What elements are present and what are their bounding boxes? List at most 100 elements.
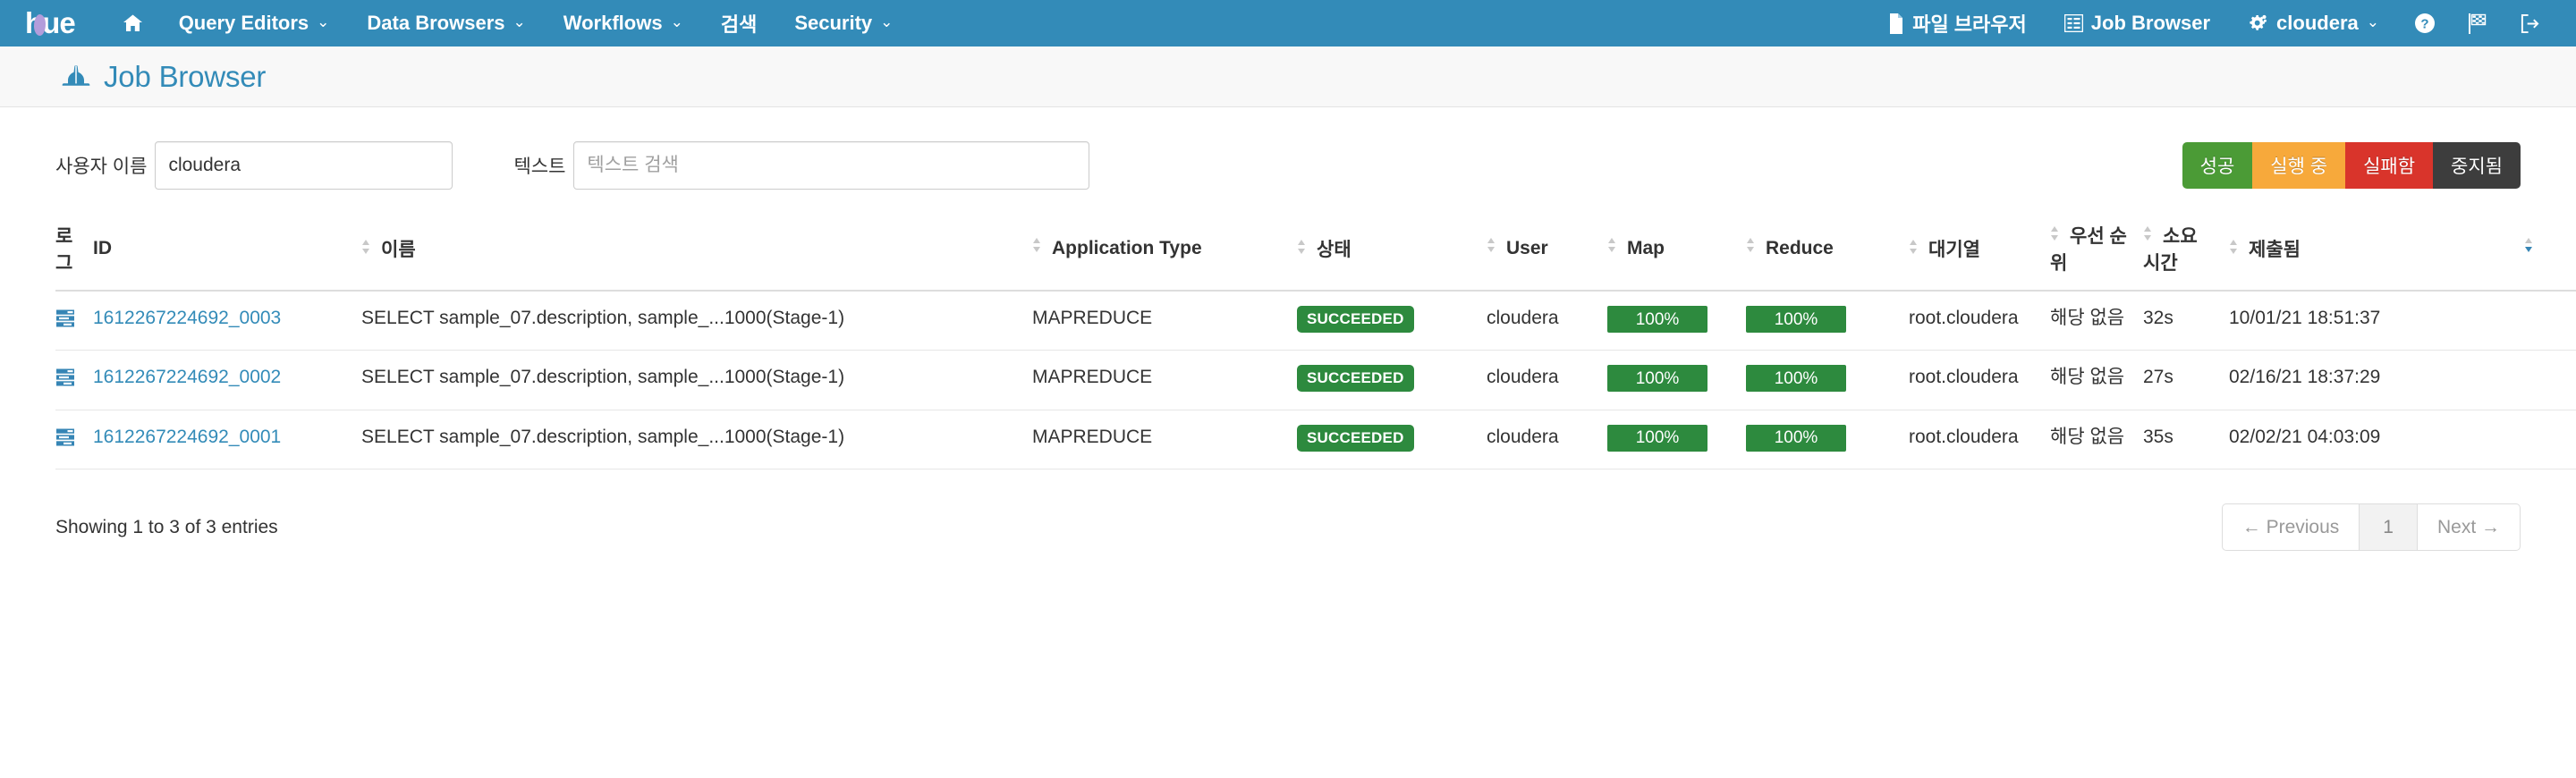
- cell-queue: root.cloudera: [1909, 410, 2050, 470]
- job-log-icon[interactable]: [55, 368, 75, 392]
- table-row[interactable]: 1612267224692_0003 SELECT sample_07.desc…: [55, 291, 2576, 351]
- sort-icon: [1032, 237, 1045, 258]
- cell-user: cloudera: [1487, 291, 1607, 351]
- cell-user: cloudera: [1487, 410, 1607, 470]
- col-header-app-type[interactable]: Application Type: [1032, 216, 1297, 292]
- previous-page-button[interactable]: ← Previous: [2221, 503, 2360, 552]
- text-filter-label: 텍스트: [513, 156, 566, 177]
- col-header-name-label: 이름: [381, 240, 416, 260]
- col-header-actions[interactable]: [2524, 216, 2576, 292]
- col-header-log: 로그: [55, 216, 93, 292]
- cell-name: SELECT sample_07.description, sample_...…: [361, 291, 1032, 351]
- cell-queue: root.cloudera: [1909, 350, 2050, 410]
- cell-actions: [2524, 291, 2576, 351]
- cell-log[interactable]: [55, 291, 93, 351]
- cell-id[interactable]: 1612267224692_0003: [93, 291, 361, 351]
- chevron-down-icon: ⌄: [317, 13, 330, 30]
- cell-app-type: MAPREDUCE: [1032, 410, 1297, 470]
- col-header-queue-label: 대기열: [1928, 240, 1980, 260]
- col-header-user[interactable]: User: [1487, 216, 1607, 292]
- col-header-map[interactable]: Map: [1607, 216, 1746, 292]
- col-header-priority[interactable]: 우선 순위: [2050, 216, 2143, 292]
- col-header-state[interactable]: 상태: [1297, 216, 1487, 292]
- col-header-queue[interactable]: 대기열: [1909, 216, 2050, 292]
- hue-logo[interactable]: hue: [25, 5, 76, 39]
- flag-icon: [2468, 13, 2487, 34]
- cell-submitted: 02/02/21 04:03:09: [2229, 410, 2524, 470]
- cell-id[interactable]: 1612267224692_0002: [93, 350, 361, 410]
- cell-log[interactable]: [55, 350, 93, 410]
- chevron-down-icon: ⌄: [880, 13, 894, 30]
- nav-job-browser[interactable]: Job Browser: [2046, 0, 2229, 47]
- nav-user-menu-label: cloudera: [2276, 12, 2359, 34]
- map-progress-bar: 100%: [1607, 424, 1707, 452]
- nav-search[interactable]: 검색: [702, 0, 775, 47]
- top-navbar: hue Query Editors ⌄ Data Browsers ⌄ Work…: [0, 0, 2576, 47]
- nav-home[interactable]: [107, 0, 160, 47]
- sort-icon: [2143, 225, 2156, 247]
- logout-icon: [2520, 13, 2540, 34]
- sort-icon: [1746, 237, 1758, 258]
- cell-submitted: 02/16/21 18:37:29: [2229, 350, 2524, 410]
- nav-workflows[interactable]: Workflows ⌄: [545, 0, 702, 47]
- col-header-id-label: ID: [93, 238, 112, 258]
- cell-id[interactable]: 1612267224692_0001: [93, 410, 361, 470]
- col-header-log-label: 로그: [55, 226, 73, 274]
- job-log-icon[interactable]: [55, 309, 75, 333]
- status-filter-failed[interactable]: 실패함: [2345, 142, 2434, 189]
- nav-user-menu[interactable]: cloudera ⌄: [2229, 0, 2398, 47]
- cell-priority: 해당 없음: [2050, 291, 2143, 351]
- nav-query-editors[interactable]: Query Editors ⌄: [160, 0, 349, 47]
- page-1-button[interactable]: 1: [2359, 503, 2418, 552]
- status-badge: SUCCEEDED: [1297, 424, 1414, 452]
- cell-reduce: 100%: [1746, 350, 1909, 410]
- col-header-app-type-label: Application Type: [1052, 237, 1202, 258]
- cell-log[interactable]: [55, 410, 93, 470]
- job-id-link[interactable]: 1612267224692_0002: [93, 367, 281, 387]
- cell-priority: 해당 없음: [2050, 350, 2143, 410]
- nav-security[interactable]: Security ⌄: [775, 0, 911, 47]
- navbar-right-group: 파일 브라우저 Job Browser cloudera ⌄ ?: [1869, 0, 2556, 47]
- text-search-input[interactable]: [573, 141, 1090, 190]
- col-header-id[interactable]: ID: [93, 216, 361, 292]
- username-filter-input[interactable]: [155, 141, 453, 190]
- jobs-table-header-row: 로그 ID 이름 Application Type 상태 User Map Re…: [55, 216, 2576, 292]
- chevron-down-icon: ⌄: [670, 13, 683, 30]
- nav-workflows-label: Workflows: [563, 12, 663, 34]
- cell-actions: [2524, 410, 2576, 470]
- table-row[interactable]: 1612267224692_0002 SELECT sample_07.desc…: [55, 350, 2576, 410]
- chevron-down-icon: ⌄: [513, 13, 526, 30]
- jobs-table-container: 로그 ID 이름 Application Type 상태 User Map Re…: [0, 216, 2576, 470]
- cell-map: 100%: [1607, 291, 1746, 351]
- nav-data-browsers-label: Data Browsers: [367, 12, 505, 34]
- col-header-state-label: 상태: [1317, 240, 1352, 260]
- logo-ue-glyph: ue: [42, 5, 76, 39]
- nav-flag[interactable]: [2452, 0, 2504, 47]
- pagination: ← Previous 1 Next →: [2221, 503, 2521, 552]
- col-header-submitted-label: 제출됨: [2249, 240, 2301, 260]
- nav-data-browsers[interactable]: Data Browsers ⌄: [348, 0, 544, 47]
- job-log-icon[interactable]: [55, 428, 75, 452]
- col-header-name[interactable]: 이름: [361, 216, 1032, 292]
- nav-logout[interactable]: [2504, 0, 2556, 47]
- cell-map: 100%: [1607, 410, 1746, 470]
- status-filter-succeeded[interactable]: 성공: [2182, 142, 2253, 189]
- table-row[interactable]: 1612267224692_0001 SELECT sample_07.desc…: [55, 410, 2576, 470]
- job-id-link[interactable]: 1612267224692_0003: [93, 308, 281, 328]
- nav-search-label: 검색: [720, 13, 758, 36]
- svg-text:?: ?: [2420, 17, 2428, 32]
- status-filter-running[interactable]: 실행 중: [2252, 142, 2346, 189]
- status-filter-group: 성공 실행 중 실패함 중지됨: [2182, 142, 2521, 189]
- next-page-button[interactable]: Next →: [2416, 503, 2521, 552]
- nav-file-browser-label: 파일 브라우저: [1912, 13, 2027, 36]
- map-progress-bar: 100%: [1607, 306, 1707, 333]
- nav-help[interactable]: ?: [2398, 0, 2452, 47]
- col-header-duration[interactable]: 소요 시간: [2143, 216, 2229, 292]
- nav-file-browser[interactable]: 파일 브라우저: [1869, 0, 2046, 47]
- status-filter-killed[interactable]: 중지됨: [2433, 142, 2521, 189]
- col-header-submitted[interactable]: 제출됨: [2229, 216, 2524, 292]
- sort-icon: [361, 239, 374, 260]
- job-id-link[interactable]: 1612267224692_0001: [93, 427, 281, 447]
- col-header-reduce[interactable]: Reduce: [1746, 216, 1909, 292]
- nav-job-browser-label: Job Browser: [2090, 12, 2211, 34]
